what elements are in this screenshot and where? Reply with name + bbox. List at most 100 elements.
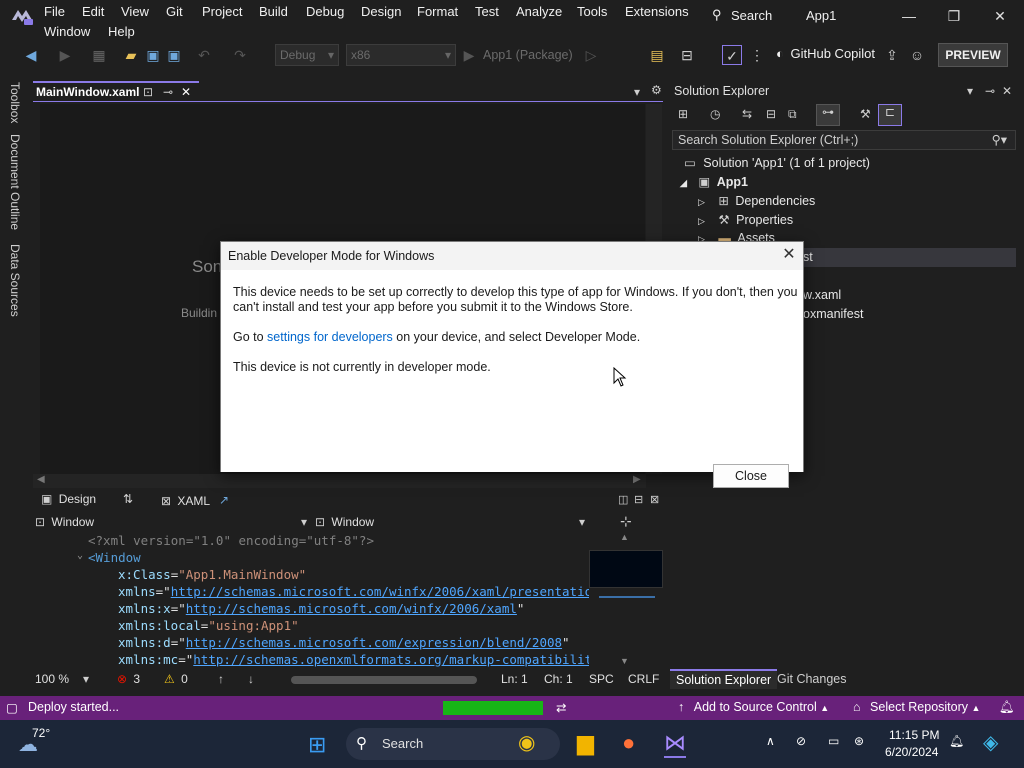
tab-overflow-icon[interactable]: ▾ <box>634 85 640 99</box>
next-issue-icon[interactable]: ↓ <box>248 672 254 686</box>
menu-test[interactable]: Test <box>475 4 499 19</box>
minimize-icon[interactable]: — <box>899 6 919 26</box>
menu-view[interactable]: View <box>121 4 149 19</box>
search-button[interactable]: ⚲ Search <box>706 4 786 26</box>
menu-edit[interactable]: Edit <box>82 4 104 19</box>
menu-format[interactable]: Format <box>417 4 458 19</box>
display-icon[interactable]: ▭ <box>828 734 839 748</box>
tab-solution-explorer[interactable]: Solution Explorer <box>670 669 778 689</box>
open-folder-icon[interactable]: ▰ <box>122 45 140 65</box>
menu-help[interactable]: Help <box>108 24 135 39</box>
back-icon[interactable]: ◀ <box>22 45 40 65</box>
redo-icon[interactable]: ↷ <box>232 45 248 65</box>
show-all-files-icon[interactable]: ⧉ <box>788 107 797 122</box>
run-icon[interactable]: ▶ <box>462 45 476 65</box>
pane-options-icon[interactable]: ▾ <box>967 84 973 98</box>
menu-project[interactable]: Project <box>202 4 242 19</box>
notifications-icon[interactable]: 🔔︎ <box>949 734 964 748</box>
folder-icon[interactable]: ▤ <box>648 45 666 65</box>
split-pane-icon[interactable]: ⊹ <box>620 513 632 530</box>
menu-tools[interactable]: Tools <box>577 4 607 19</box>
pending-changes-icon[interactable]: ◷ <box>710 107 720 121</box>
tab-xaml[interactable]: ⊠ XAML <box>161 494 210 508</box>
menu-extensions[interactable]: Extensions <box>625 4 689 19</box>
whitespace-indicator[interactable]: SPC <box>589 672 614 686</box>
collapse-region-icon[interactable]: ⌄ <box>77 550 83 561</box>
pin-pane-icon[interactable]: ⊸ <box>985 84 995 98</box>
select-repository-button[interactable]: ⌂ Select Repository ▲ <box>853 700 980 714</box>
menu-file[interactable]: File <box>44 4 65 19</box>
preview-selected-icon[interactable]: ⊏ <box>878 104 902 126</box>
line-ending-indicator[interactable]: CRLF <box>628 672 659 686</box>
code-minimap[interactable]: ▲ ▼ <box>589 532 663 668</box>
document-outline-tab[interactable]: Document Outline <box>8 134 22 230</box>
element-selector-left[interactable]: ⊡ Window ▾ <box>35 513 309 531</box>
configuration-select[interactable]: Debug ▾ <box>275 44 339 66</box>
previous-issue-icon[interactable]: ↑ <box>218 672 224 686</box>
vertical-split-icon[interactable]: ◫ <box>618 493 628 506</box>
weather-temperature[interactable]: 72° <box>32 726 50 740</box>
line-indicator[interactable]: Ln: 1 <box>501 672 528 686</box>
new-project-icon[interactable]: ▦ <box>88 45 110 65</box>
scroll-up-icon[interactable]: ▲ <box>620 532 629 542</box>
filter-icon[interactable]: ⊶ <box>816 104 840 126</box>
tree-item-dependencies[interactable]: ▷ ⊞ Dependencies <box>698 193 815 208</box>
close-pane-icon[interactable]: ✕ <box>1002 84 1012 98</box>
show-hidden-icons-icon[interactable]: ∧ <box>766 734 775 748</box>
menu-build[interactable]: Build <box>259 4 288 19</box>
column-indicator[interactable]: Ch: 1 <box>544 672 573 686</box>
document-tab[interactable]: MainWindow.xaml ⊡ ⊸ ✕ <box>33 81 199 101</box>
tree-item-solution[interactable]: ▭ Solution 'App1' (1 of 1 project) <box>684 155 870 170</box>
save-all-icon[interactable]: ▣ <box>166 45 182 65</box>
run-target-label[interactable]: App1 (Package) <box>483 48 573 62</box>
settings-for-developers-link[interactable]: settings for developers <box>267 330 393 344</box>
horizontal-scrollbar[interactable] <box>291 676 477 684</box>
tree-item-mainwindow[interactable]: w.xaml <box>803 288 841 302</box>
toolbox-tab[interactable]: Toolbox <box>8 82 22 123</box>
switch-views-icon[interactable]: ⊞ <box>678 107 688 121</box>
start-without-debug-icon[interactable]: ▷ <box>584 45 598 65</box>
scroll-left-icon[interactable]: ◀ <box>37 474 45 485</box>
element-selector-right[interactable]: ⊡ Window ▾ <box>315 513 587 531</box>
horizontal-split-icon[interactable]: ⊟ <box>634 493 643 506</box>
network-icon[interactable]: ⊘ <box>796 734 806 748</box>
menu-analyze[interactable]: Analyze <box>516 4 562 19</box>
feedback-icon[interactable]: ☺ <box>908 45 926 65</box>
visual-studio-taskbar-icon[interactable]: ⋈ <box>664 730 686 758</box>
file-explorer-icon[interactable]: ▆ <box>577 730 594 756</box>
properties-wrench-icon[interactable]: ⚒ <box>860 107 871 121</box>
collapse-pane-icon[interactable]: ⊠ <box>650 493 659 506</box>
minimap-viewport[interactable] <box>589 550 663 588</box>
designer-horizontal-scrollbar[interactable]: ◀ ▶ <box>33 474 646 488</box>
sync-icon[interactable]: ⇆ <box>742 107 752 121</box>
menu-git[interactable]: Git <box>166 4 183 19</box>
preview-badge[interactable]: PREVIEW <box>938 43 1008 67</box>
save-icon[interactable]: ▣ <box>145 45 161 65</box>
forward-icon[interactable]: ▶ <box>58 45 72 65</box>
layout-icon[interactable]: ⊟ <box>678 45 696 65</box>
tab-git-changes[interactable]: Git Changes <box>777 672 846 686</box>
copilot-taskbar-icon[interactable]: ◈ <box>983 730 998 755</box>
swap-panes-icon[interactable]: ⇅ <box>123 492 133 506</box>
data-sources-tab[interactable]: Data Sources <box>8 244 22 317</box>
dialog-close-button[interactable]: Close <box>713 464 789 488</box>
tab-design[interactable]: ▣ Design <box>41 492 96 506</box>
restore-icon[interactable]: ❐ <box>944 6 964 26</box>
zoom-select[interactable]: 100 % ▾ <box>35 672 93 686</box>
close-window-icon[interactable]: ✕ <box>990 6 1010 26</box>
settings-gear-icon[interactable]: ⚙ <box>651 83 662 97</box>
scroll-down-icon[interactable]: ▼ <box>620 656 629 666</box>
menu-debug[interactable]: Debug <box>306 4 344 19</box>
dialog-close-icon[interactable]: ✕ <box>781 246 797 264</box>
platform-select[interactable]: x86 ▾ <box>346 44 456 66</box>
popout-xaml-icon[interactable]: ↗ <box>219 493 229 507</box>
close-tab-icon[interactable]: ✕ <box>181 83 191 101</box>
add-to-source-control-button[interactable]: ↑ Add to Source Control ▲ <box>678 700 829 714</box>
spell-check-icon[interactable]: ✓ <box>722 45 742 65</box>
errors-indicator[interactable]: ⊗ 3 <box>117 672 140 686</box>
clock-date[interactable]: 6/20/2024 <box>885 745 938 759</box>
taskbar-search[interactable]: ⚲ Search ◉ <box>346 728 560 760</box>
collapse-all-icon[interactable]: ⊟ <box>766 107 776 121</box>
scroll-right-icon[interactable]: ▶ <box>633 474 641 485</box>
menu-design[interactable]: Design <box>361 4 401 19</box>
